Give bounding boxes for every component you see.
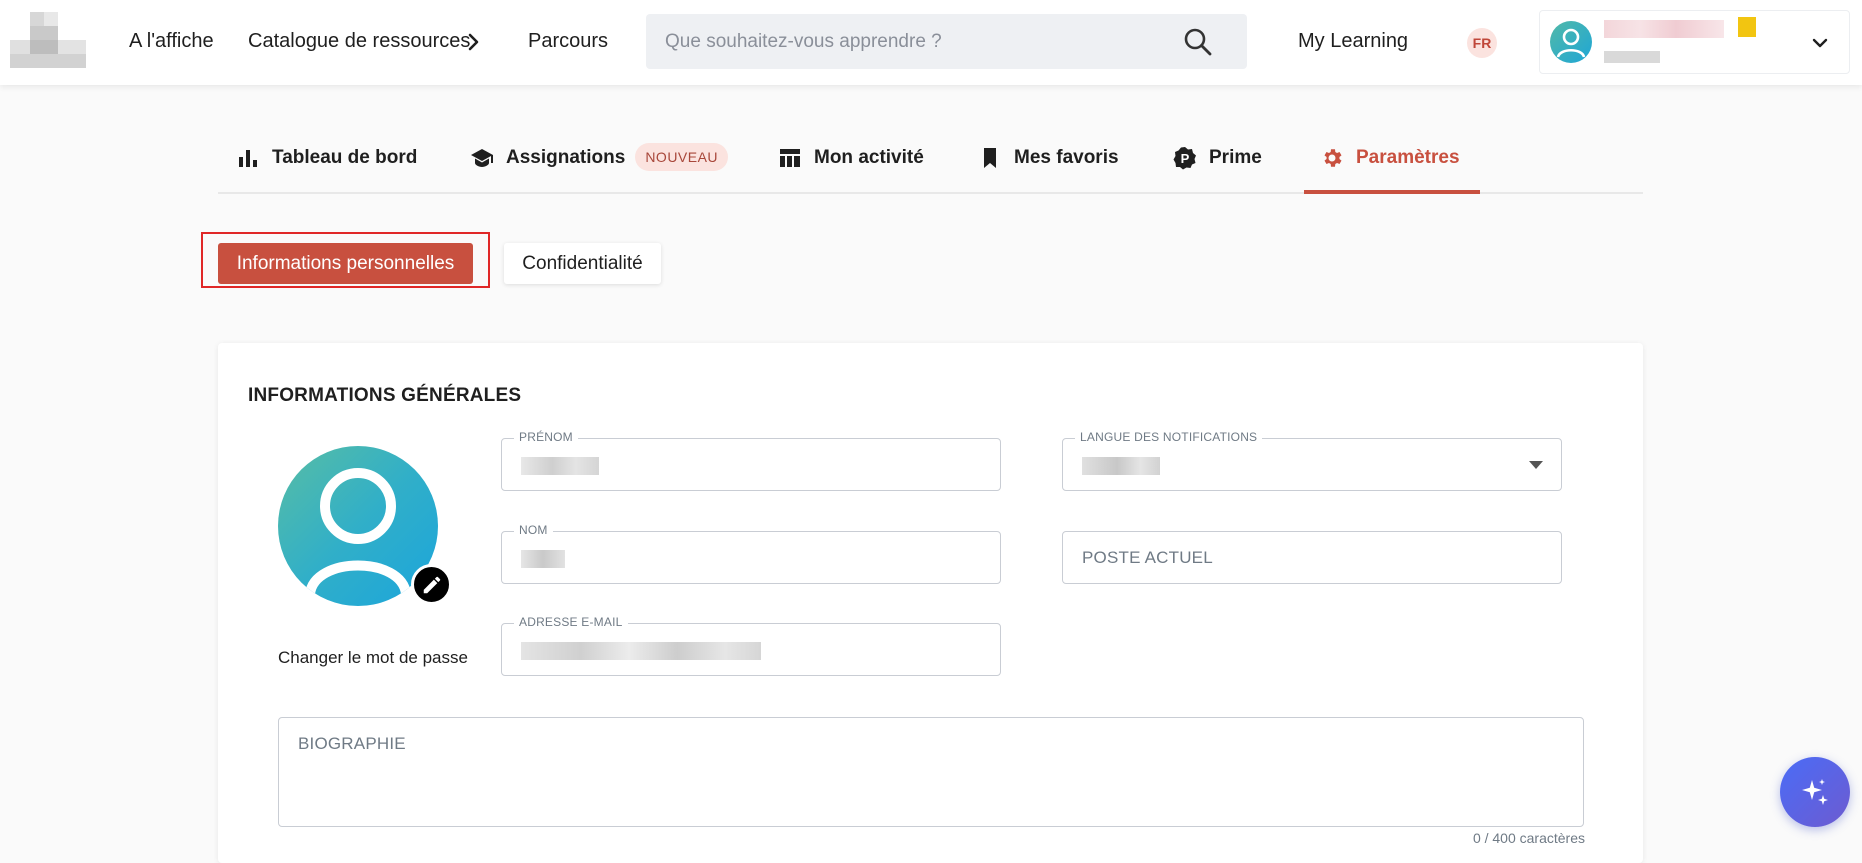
svg-text:P: P [1181,151,1190,166]
sparkle-icon [1802,779,1828,805]
chevron-right-icon[interactable] [465,31,483,53]
first-name-field[interactable]: PRÉNOM [501,430,1001,491]
bookmark-icon [984,148,996,168]
my-learning-link[interactable]: My Learning [1298,30,1408,53]
last-name-value-redacted [521,550,565,568]
pencil-icon [423,576,440,593]
field-placeholder: BIOGRAPHIE [298,734,406,753]
user-name-redacted [1604,20,1724,38]
field-label: PRÉNOM [514,430,578,444]
company-badge [1738,17,1756,37]
card-title: INFORMATIONS GÉNÉRALES [248,385,522,406]
first-name-value-redacted [521,457,599,475]
bar-chart-icon [239,150,257,167]
language-value-redacted [1082,457,1160,475]
tab-label: Paramètres [1356,147,1460,168]
tab-label: Assignations [506,147,626,168]
search-input[interactable] [665,14,1185,69]
email-field[interactable]: ADRESSE E-MAIL [501,615,1001,676]
graduation-cap-icon [471,149,493,167]
tab-label: Prime [1209,147,1262,168]
ai-assistant-button[interactable] [1780,757,1850,827]
tab-label: Tableau de bord [272,147,418,168]
tab-mon-activite[interactable]: Mon activité [778,134,924,194]
search-bar [646,14,1247,69]
dropdown-arrow-icon[interactable] [1529,461,1543,469]
nav-catalogue[interactable]: Catalogue de ressources [248,30,470,53]
chevron-down-icon[interactable] [1810,33,1830,53]
tab-tableau-de-bord[interactable]: Tableau de bord [236,134,417,194]
company-logo[interactable] [10,12,88,68]
search-icon[interactable] [1183,27,1213,57]
current-position-field[interactable]: POSTE ACTUEL [1062,531,1562,584]
language-selector[interactable]: FR [1467,28,1497,58]
prime-icon: P [1173,147,1196,170]
user-menu[interactable] [1539,10,1850,74]
privacy-button[interactable]: Confidentialité [504,243,661,284]
tab-mes-favoris[interactable]: Mes favoris [978,134,1119,194]
main-tabs: Tableau de bord Assignations NOUVEAU Mon… [218,134,1643,194]
field-label: ADRESSE E-MAIL [514,615,628,629]
field-label: NOM [514,523,553,537]
biography-textarea[interactable]: BIOGRAPHIE [278,717,1584,827]
user-avatar-icon [1550,21,1592,63]
table-icon [780,149,800,167]
top-header: A l'affiche Catalogue de ressources Parc… [0,0,1862,85]
email-value-redacted [521,642,761,660]
tab-assignations[interactable]: Assignations NOUVEAU [470,134,729,194]
change-password-link[interactable]: Changer le mot de passe [278,648,468,668]
general-info-card: INFORMATIONS GÉNÉRALES Changer le mot de… [218,343,1643,863]
user-role-redacted [1604,51,1660,63]
tab-label: Mon activité [814,147,924,168]
last-name-field[interactable]: NOM [501,523,1001,584]
new-badge: NOUVEAU [635,143,729,171]
field-placeholder: POSTE ACTUEL [1082,548,1213,567]
edit-avatar-button[interactable] [411,564,452,605]
personal-info-button[interactable]: Informations personnelles [218,243,473,284]
nav-parcours[interactable]: Parcours [528,30,608,53]
tab-parametres[interactable]: Paramètres [1304,134,1480,194]
notification-language-select[interactable]: LANGUE DES NOTIFICATIONS [1062,430,1562,491]
nav-a-laffiche[interactable]: A l'affiche [129,30,214,53]
character-counter: 0 / 400 caractères [1472,830,1585,846]
tab-prime[interactable]: P Prime [1173,134,1262,194]
field-label: LANGUE DES NOTIFICATIONS [1075,430,1263,444]
tab-label: Mes favoris [1014,147,1119,168]
gear-icon [1324,149,1342,167]
